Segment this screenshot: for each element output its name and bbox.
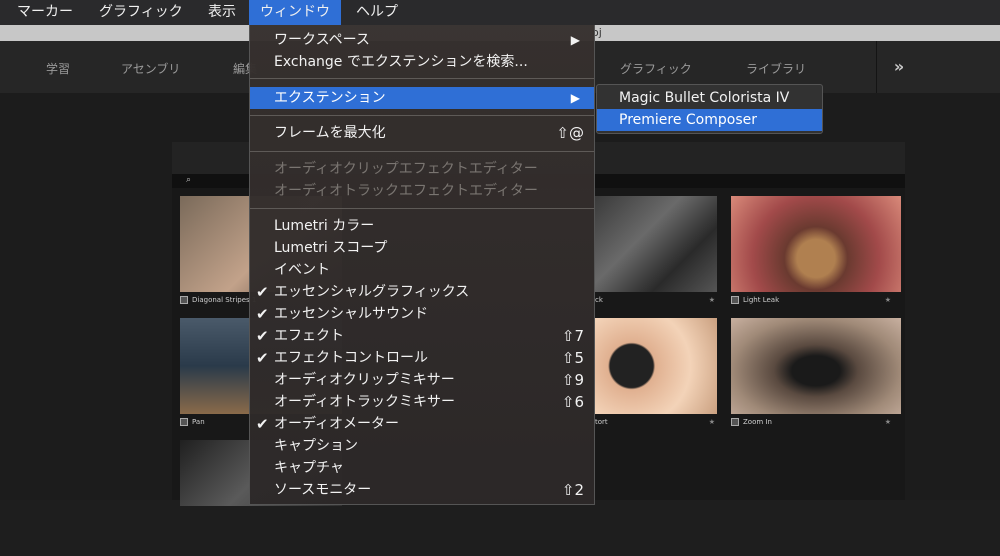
checkmark-icon: ✔	[256, 327, 269, 345]
checkmark-icon: ✔	[256, 305, 269, 323]
menu-separator	[250, 208, 594, 209]
checkbox-icon	[180, 418, 188, 426]
submenu-arrow-icon: ▶	[570, 91, 580, 105]
menu-item-effect-controls[interactable]: ✔ エフェクトコントロール ⇧5	[250, 347, 594, 369]
shortcut-label: ⇧@	[556, 124, 584, 142]
menu-item-label: エフェクトコントロール	[274, 350, 428, 366]
menu-separator	[250, 78, 594, 79]
star-icon[interactable]: ★	[709, 418, 715, 426]
menu-item-maximize-frame[interactable]: フレームを最大化 ⇧@	[250, 122, 594, 144]
thumbnail-label: Zoom In	[743, 418, 772, 426]
menu-item-label: オーディオクリップエフェクトエディター	[274, 161, 538, 177]
shortcut-label: ⇧9	[561, 371, 584, 389]
menu-item-label: エッセンシャルグラフィックス	[274, 284, 470, 300]
menu-item-label: エッセンシャルサウンド	[274, 306, 428, 322]
menu-item-audio-track-mixer[interactable]: オーディオトラックミキサー ⇧6	[250, 391, 594, 413]
menu-view[interactable]: 表示	[199, 0, 245, 25]
menu-item-audio-track-effect-editor: オーディオトラックエフェクトエディター	[250, 180, 594, 202]
menu-separator	[250, 115, 594, 116]
window-menu: ワークスペース ▶ Exchange でエクステンションを検索... エクステン…	[249, 25, 595, 505]
menu-item-label: Exchange でエクステンションを検索...	[274, 54, 528, 70]
menu-item-essential-sound[interactable]: ✔ エッセンシャルサウンド	[250, 303, 594, 325]
thumbnail-image	[595, 196, 717, 292]
menu-item-extensions[interactable]: エクステンション ▶	[250, 87, 594, 109]
workspace-tab-graphics[interactable]: グラフィック	[620, 60, 692, 77]
thumbnail-label: Diagonal Stripes 1	[192, 296, 257, 304]
thumbnail-image	[595, 318, 717, 414]
menu-item-label: オーディオクリップミキサー	[274, 372, 455, 388]
menu-graphics[interactable]: グラフィック	[90, 0, 192, 25]
submenu-item-label: Premiere Composer	[619, 112, 758, 128]
shortcut-label: ⇧5	[561, 349, 584, 367]
shortcut-label: ⇧6	[561, 393, 584, 411]
checkmark-icon: ✔	[256, 283, 269, 301]
menu-item-label: Lumetri カラー	[274, 218, 375, 234]
menu-item-label: キャプチャ	[274, 460, 344, 476]
menu-item-label: オーディオメーター	[274, 416, 400, 432]
menu-item-audio-clip-mixer[interactable]: オーディオクリップミキサー ⇧9	[250, 369, 594, 391]
shortcut-label: ⇧7	[561, 327, 584, 345]
menu-item-label: キャプション	[274, 438, 358, 454]
extensions-submenu: Magic Bullet Colorista IV Premiere Compo…	[596, 84, 823, 134]
menu-item-label: ワークスペース	[274, 32, 370, 48]
menu-item-lumetri-scopes[interactable]: Lumetri スコープ	[250, 237, 594, 259]
workspace-tab-assembly[interactable]: アセンブリ	[121, 60, 180, 77]
menu-item-captions[interactable]: キャプション	[250, 435, 594, 457]
menu-item-label: エフェクト	[274, 328, 344, 344]
workspace-tab-libraries[interactable]: ライブラリ	[746, 60, 806, 77]
submenu-item-label: Magic Bullet Colorista IV	[619, 90, 790, 106]
search-icon[interactable]: ⌕	[186, 175, 191, 185]
menu-item-label: フレームを最大化	[274, 125, 386, 141]
thumbnail-image	[731, 318, 901, 414]
menu-item-label: エクステンション	[274, 90, 386, 106]
workspace-overflow-button[interactable]: »	[876, 41, 921, 93]
menu-item-workspaces[interactable]: ワークスペース ▶	[250, 29, 594, 51]
menu-marker[interactable]: マーカー	[8, 0, 82, 25]
thumbnail-image	[731, 196, 901, 292]
thumbnail-label: Light Leak	[743, 296, 780, 304]
menu-item-source-monitor[interactable]: ソースモニター ⇧2	[250, 479, 594, 501]
menu-item-exchange-search[interactable]: Exchange でエクステンションを検索...	[250, 51, 594, 73]
menu-item-essential-graphics[interactable]: ✔ エッセンシャルグラフィックス	[250, 281, 594, 303]
menu-item-label: オーディオトラックエフェクトエディター	[274, 183, 539, 199]
menu-item-capture[interactable]: キャプチャ	[250, 457, 594, 479]
menu-bar: マーカー グラフィック 表示 ウィンドウ ヘルプ	[0, 0, 1000, 25]
star-icon[interactable]: ★	[885, 418, 891, 426]
submenu-arrow-icon: ▶	[570, 33, 580, 47]
shortcut-label: ⇧2	[561, 481, 584, 499]
checkmark-icon: ✔	[256, 415, 269, 433]
thumbnail-label: Pan	[192, 418, 205, 426]
thumbnail-label: tort	[595, 418, 608, 426]
menu-item-label: Lumetri スコープ	[274, 240, 388, 256]
checkbox-icon	[731, 296, 739, 304]
menu-item-label: オーディオトラックミキサー	[274, 394, 456, 410]
menu-item-effects[interactable]: ✔ エフェクト ⇧7	[250, 325, 594, 347]
menu-item-audio-clip-effect-editor: オーディオクリップエフェクトエディター	[250, 158, 594, 180]
thumbnail-item[interactable]: Zoom In ★	[723, 312, 901, 434]
menu-item-label: ソースモニター	[274, 482, 372, 498]
checkbox-icon	[731, 418, 739, 426]
menu-help[interactable]: ヘルプ	[347, 0, 407, 25]
menu-item-lumetri-color[interactable]: Lumetri カラー	[250, 215, 594, 237]
thumbnail-item[interactable]: Light Leak ★	[723, 190, 901, 312]
workspace-tab-learning[interactable]: 学習	[46, 60, 70, 77]
menu-item-label: イベント	[274, 262, 330, 278]
star-icon[interactable]: ★	[709, 296, 715, 304]
submenu-item-premiere-composer[interactable]: Premiere Composer	[597, 109, 822, 131]
thumbnail-label: ck	[595, 296, 603, 304]
star-icon[interactable]: ★	[885, 296, 891, 304]
checkmark-icon: ✔	[256, 349, 269, 367]
submenu-item-magic-bullet-colorista[interactable]: Magic Bullet Colorista IV	[597, 87, 822, 109]
menu-item-events[interactable]: イベント	[250, 259, 594, 281]
menu-item-audio-meters[interactable]: ✔ オーディオメーター	[250, 413, 594, 435]
checkbox-icon	[180, 296, 188, 304]
menu-separator	[250, 151, 594, 152]
menu-window[interactable]: ウィンドウ	[249, 0, 341, 25]
